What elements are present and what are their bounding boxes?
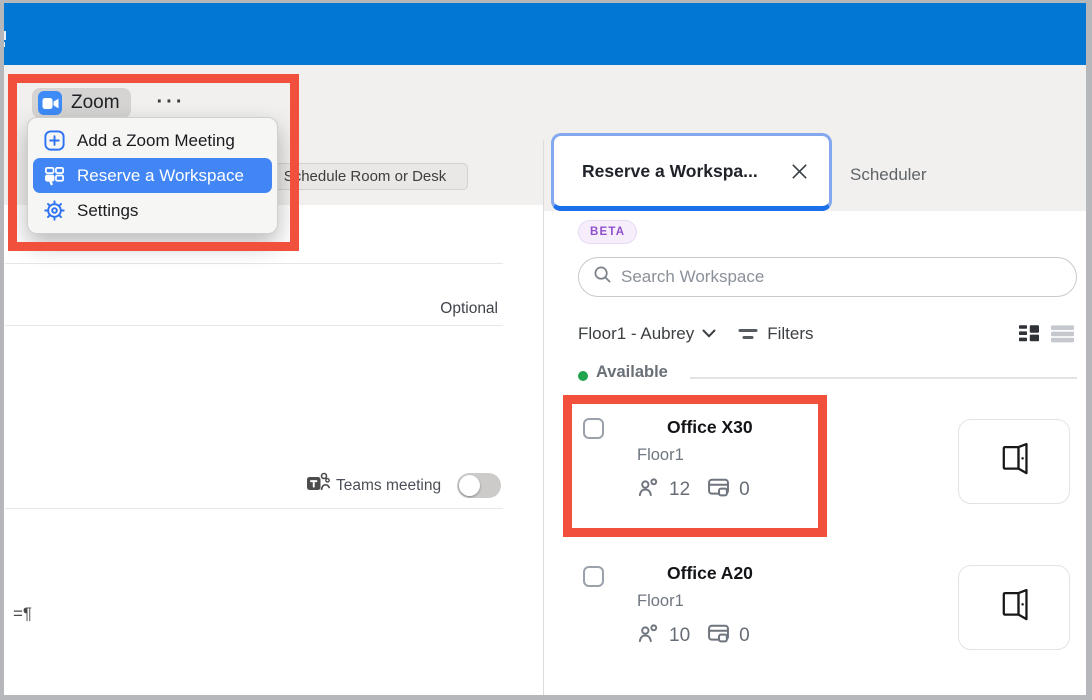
- close-tab-icon[interactable]: [787, 159, 811, 183]
- workspace-checkbox[interactable]: [583, 566, 604, 587]
- open-door-icon: [996, 588, 1032, 627]
- capacity-people-icon: [637, 624, 660, 649]
- section-divider: [690, 377, 1077, 379]
- menu-item-settings[interactable]: Settings: [33, 193, 272, 228]
- desk-count: 0: [739, 625, 750, 647]
- available-status-dot: [578, 371, 588, 381]
- header-text-fragment: [3, 31, 9, 47]
- plus-square-icon: [43, 129, 66, 152]
- zoom-dropdown-menu: Add a Zoom Meeting Reserve a Workspace S…: [27, 117, 278, 234]
- toggle-knob: [459, 475, 480, 496]
- list-view-toggle-icon[interactable]: [1051, 322, 1075, 349]
- filter-row: Floor1 - Aubrey Filters: [578, 322, 814, 346]
- desk-icon: [707, 623, 730, 649]
- capacity-people-icon: [637, 478, 660, 503]
- card-view-toggle-icon[interactable]: [1018, 322, 1040, 349]
- menu-item-add-zoom-meeting[interactable]: Add a Zoom Meeting: [33, 123, 272, 158]
- field-divider: [5, 263, 503, 264]
- optional-label: Optional: [380, 300, 498, 318]
- zoom-addin-button[interactable]: Zoom: [32, 88, 131, 118]
- menu-item-label: Add a Zoom Meeting: [77, 131, 235, 151]
- menu-item-label: Reserve a Workspace: [77, 166, 244, 186]
- workspace-grid-icon: [43, 164, 66, 187]
- zoom-button-label: Zoom: [71, 92, 120, 114]
- workspace-checkbox[interactable]: [583, 418, 604, 439]
- field-divider: [5, 325, 503, 326]
- teams-logo-icon: [306, 472, 330, 499]
- zoom-video-icon: [38, 91, 62, 115]
- desk-icon: [707, 477, 730, 503]
- desk-count: 0: [739, 479, 750, 501]
- field-divider: [5, 508, 503, 509]
- capacity-count: 10: [669, 625, 690, 647]
- open-door-icon: [996, 442, 1032, 481]
- workspace-meta: 10 0: [637, 623, 758, 649]
- more-options-button[interactable]: ···: [150, 88, 192, 116]
- floor-selector[interactable]: Floor1 - Aubrey: [578, 324, 694, 344]
- menu-item-reserve-workspace[interactable]: Reserve a Workspace: [33, 158, 272, 193]
- teams-meeting-label: Teams meeting: [336, 477, 441, 495]
- tab-reserve-a-workspace[interactable]: Reserve a Workspa...: [551, 133, 832, 211]
- workspace-floor: Floor1: [637, 592, 684, 611]
- schedule-room-or-desk-button[interactable]: Schedule Room or Desk: [262, 163, 468, 190]
- filters-button[interactable]: Filters: [767, 324, 813, 344]
- workspace-meta: 12 0: [637, 477, 758, 503]
- workspace-floor: Floor1: [637, 446, 684, 465]
- panel-divider: [543, 140, 544, 696]
- beta-badge: BETA: [578, 220, 637, 244]
- workspace-detail-button[interactable]: [958, 419, 1070, 504]
- window-title-bar: [0, 0, 1092, 65]
- paragraph-marker: =¶: [13, 604, 32, 624]
- filters-icon[interactable]: [738, 328, 758, 340]
- chevron-down-icon[interactable]: [702, 325, 716, 343]
- workspace-name: Office X30: [667, 417, 753, 438]
- teams-meeting-toggle[interactable]: [457, 473, 501, 498]
- gear-icon: [43, 199, 66, 222]
- active-tab-label: Reserve a Workspa...: [582, 161, 758, 182]
- search-icon: [593, 265, 612, 289]
- search-input[interactable]: [621, 267, 1062, 287]
- workspace-search[interactable]: [578, 257, 1077, 297]
- available-section-label: Available: [596, 363, 668, 382]
- tab-scheduler[interactable]: Scheduler: [850, 165, 927, 185]
- workspace-name: Office A20: [667, 563, 753, 584]
- compose-panel: [4, 205, 543, 696]
- workspace-detail-button[interactable]: [958, 565, 1070, 650]
- capacity-count: 12: [669, 479, 690, 501]
- app-window: Zoom ··· Schedule Room or Desk Add a Zoo…: [0, 0, 1092, 700]
- menu-item-label: Settings: [77, 201, 138, 221]
